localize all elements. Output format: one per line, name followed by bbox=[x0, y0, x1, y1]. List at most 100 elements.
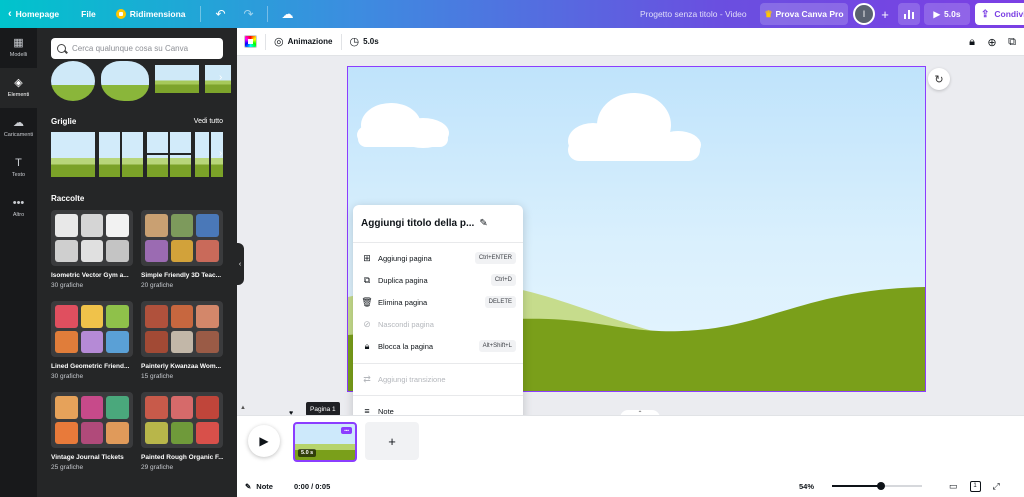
resize-button[interactable]: Ridimensiona bbox=[115, 0, 186, 28]
menu-item-delete-page[interactable]: 🗑︎ Elimina pagina DELETE bbox=[353, 291, 523, 313]
shape-thumbnail[interactable] bbox=[205, 65, 231, 93]
grid-view-icon[interactable]: ▭ bbox=[949, 481, 958, 492]
lock-icon: 🔒︎ bbox=[364, 340, 370, 351]
add-page-icon[interactable]: ⊕ bbox=[984, 34, 1000, 50]
page-title-row[interactable]: Aggiungi titolo della p... ✎ bbox=[353, 205, 523, 243]
chevron-up-icon[interactable]: ▲ bbox=[240, 405, 246, 411]
lock-icon[interactable]: 🔒︎ bbox=[964, 34, 980, 50]
plus-icon: + bbox=[388, 433, 396, 449]
menu-item-add-page[interactable]: ⊞ Aggiungi pagina Ctrl+ENTER bbox=[353, 247, 523, 269]
bar-chart-icon bbox=[904, 14, 906, 19]
undo-icon[interactable]: ↶ bbox=[211, 4, 231, 24]
shape-thumbnail[interactable] bbox=[155, 65, 199, 93]
try-pro-button[interactable]: ♛ Prova Canva Pro bbox=[760, 3, 848, 25]
insights-button[interactable] bbox=[898, 3, 920, 25]
collection-card[interactable]: Lined Geometric Friend... 30 grafiche bbox=[51, 301, 133, 392]
page-tooltip: Pagina 1 bbox=[306, 402, 340, 416]
collection-name: Simple Friendly 3D Teac... bbox=[141, 272, 222, 279]
footer-icons: ▭ 1 ⤢ bbox=[949, 475, 1000, 497]
add-page-button[interactable]: + bbox=[365, 422, 419, 460]
chevron-right-icon[interactable]: › bbox=[219, 72, 222, 83]
home-link[interactable]: Homepage bbox=[16, 0, 59, 28]
divider bbox=[265, 33, 266, 50]
search-icon bbox=[57, 44, 66, 53]
collection-card[interactable]: Painted Rough Organic F... 29 grafiche bbox=[141, 392, 223, 483]
pencil-icon[interactable]: ✎ bbox=[479, 218, 487, 229]
menu-item-label: Blocca la pagina bbox=[378, 341, 434, 351]
time-readout: 0:00 / 0:05 bbox=[294, 481, 331, 491]
see-all-link[interactable]: Vedi tutto bbox=[194, 118, 223, 125]
zoom-level[interactable]: 54% bbox=[799, 475, 814, 497]
notes-button[interactable]: ✎ Note bbox=[245, 475, 273, 497]
duration-button[interactable]: ◷ 5.0s bbox=[350, 35, 379, 48]
present-button[interactable]: ▶ 5.0s bbox=[924, 3, 970, 25]
page-title[interactable]: Aggiungi titolo della p... bbox=[361, 218, 474, 229]
collection-count: 25 grafiche bbox=[51, 464, 84, 471]
color-picker-icon[interactable] bbox=[244, 35, 257, 48]
divider bbox=[353, 395, 523, 396]
grid-thumbnail[interactable] bbox=[147, 132, 191, 177]
collection-thumbnail bbox=[141, 210, 223, 266]
chevron-right-icon[interactable]: › bbox=[219, 148, 222, 159]
refresh-icon[interactable]: ↻ bbox=[928, 68, 950, 90]
menu-item-add-transition[interactable]: ⇄ Aggiungi transizione bbox=[353, 368, 523, 390]
shape-thumbnail[interactable] bbox=[101, 61, 149, 101]
transition-icon: ⇄ bbox=[363, 373, 371, 384]
project-title[interactable]: Progetto senza titolo - Video bbox=[640, 0, 747, 28]
duplicate-icon[interactable]: ⧉ bbox=[1004, 34, 1020, 50]
file-menu[interactable]: File bbox=[81, 0, 96, 28]
collapse-panel-handle[interactable]: ‹ bbox=[236, 243, 244, 285]
present-duration: 5.0s bbox=[944, 9, 961, 19]
grid-thumbnail[interactable] bbox=[51, 132, 95, 177]
collection-card[interactable]: Painterly Kwanzaa Wom... 15 grafiche bbox=[141, 301, 223, 392]
play-button[interactable]: ▶ bbox=[248, 425, 280, 457]
collection-thumbnail bbox=[51, 210, 133, 266]
rail-label: Elementi bbox=[7, 92, 30, 98]
layout-icon: ▦ bbox=[13, 37, 24, 49]
invite-plus-icon[interactable]: + bbox=[876, 4, 894, 24]
more-icon[interactable]: ••• bbox=[341, 427, 352, 434]
zoom-slider-handle[interactable] bbox=[877, 482, 885, 490]
page-context-menu: Aggiungi titolo della p... ✎ ⊞ Aggiungi … bbox=[353, 205, 523, 426]
animation-button[interactable]: ◎ Animazione bbox=[274, 35, 333, 48]
add-page-icon: ⊞ bbox=[363, 252, 371, 263]
eye-off-icon: ⊘ bbox=[363, 318, 371, 329]
menu-item-hide-page[interactable]: ⊘ Nascondi pagina bbox=[353, 313, 523, 335]
share-button[interactable]: ⇪ Condividi bbox=[975, 3, 1024, 25]
cloud-save-icon[interactable]: ☁ bbox=[278, 4, 298, 24]
menu-item-duplicate-page[interactable]: ⧉ Duplica pagina Ctrl+D bbox=[353, 269, 523, 291]
shape-thumbnail[interactable] bbox=[51, 61, 95, 101]
search-input[interactable] bbox=[72, 44, 212, 53]
rail-item-modelli[interactable]: ▦ Modelli bbox=[0, 28, 37, 68]
collection-card[interactable]: Simple Friendly 3D Teac... 20 grafiche bbox=[141, 210, 223, 301]
top-bar: ‹ Homepage File Ridimensiona ↶ ↷ ☁ Proge… bbox=[0, 0, 1024, 28]
page-thumbnail[interactable]: ••• 5.0 s bbox=[293, 422, 357, 462]
avatar[interactable]: I bbox=[853, 3, 875, 25]
redo-icon[interactable]: ↷ bbox=[239, 4, 259, 24]
animation-label: Animazione bbox=[287, 37, 333, 46]
grids-title: Griglie bbox=[51, 117, 77, 126]
page-count[interactable]: 1 bbox=[969, 480, 981, 492]
menu-item-label: Nascondi pagina bbox=[378, 319, 434, 329]
collection-card[interactable]: Vintage Journal Tickets 25 grafiche bbox=[51, 392, 133, 483]
play-icon: ▶ bbox=[933, 8, 940, 19]
divider bbox=[353, 363, 523, 364]
collection-name: Lined Geometric Friend... bbox=[51, 363, 130, 370]
rail-item-altro[interactable]: ••• Altro bbox=[0, 188, 37, 228]
divider bbox=[266, 6, 268, 22]
rail-item-caricamenti[interactable]: ☁ Caricamenti bbox=[0, 108, 37, 148]
grid-thumbnail[interactable] bbox=[99, 132, 143, 177]
rail-label: Caricamenti bbox=[3, 132, 34, 138]
zoom-slider[interactable] bbox=[832, 482, 922, 490]
duplicate-icon: ⧉ bbox=[363, 274, 371, 285]
collection-card[interactable]: Isometric Vector Gym a... 30 grafiche bbox=[51, 210, 133, 301]
rail-item-elementi[interactable]: ◈ Elementi bbox=[0, 68, 37, 108]
chevron-left-icon[interactable]: ‹ bbox=[8, 0, 12, 28]
search-box[interactable] bbox=[51, 38, 223, 59]
fullscreen-icon[interactable]: ⤢ bbox=[993, 481, 1000, 492]
menu-item-lock-page[interactable]: 🔒︎ Blocca la pagina Alt+Shift+L bbox=[353, 335, 523, 357]
rail-item-testo[interactable]: T Testo bbox=[0, 148, 37, 188]
collection-count: 20 grafiche bbox=[141, 282, 174, 289]
elements-panel: › Griglie Vedi tutto › Raccolte Isometri… bbox=[37, 28, 237, 497]
collection-thumbnail bbox=[51, 301, 133, 357]
